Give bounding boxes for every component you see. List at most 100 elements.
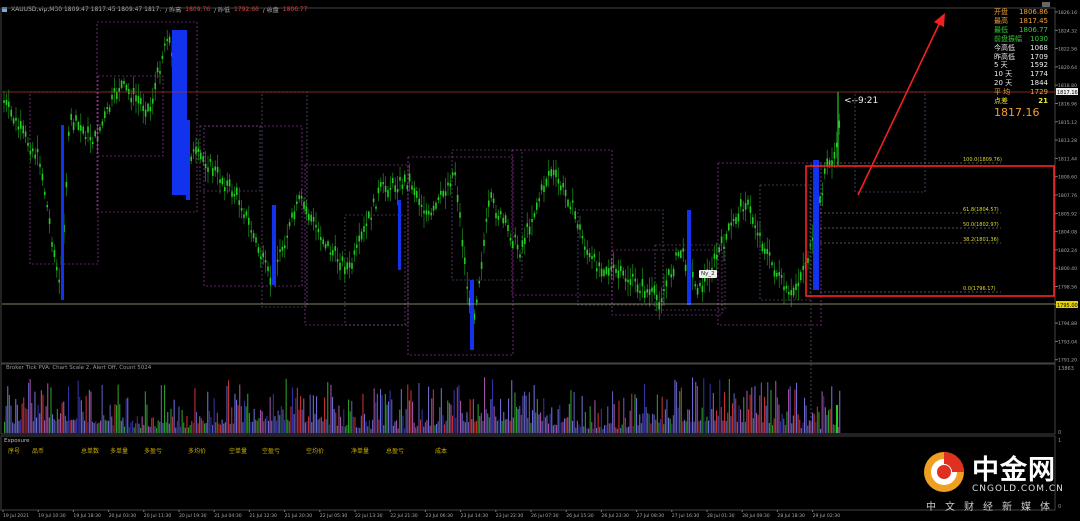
histogram-bar [615, 427, 617, 433]
info-row-spread: 点差 21 [994, 97, 1048, 106]
histogram-bar [658, 422, 660, 433]
candle-body [358, 235, 360, 242]
candle-body [478, 280, 480, 284]
candle-body [552, 169, 555, 176]
candle-body [77, 121, 80, 130]
histogram-bar [508, 398, 510, 433]
candle-body [195, 146, 197, 154]
time-axis[interactable]: 19 Jul 2021 19 Jul 10:30 19 Jul 18:30 20 Ju… [2, 510, 840, 519]
histogram-bar [20, 419, 22, 433]
histogram-bar [514, 392, 516, 433]
candle-body [372, 198, 375, 203]
histogram-bar [292, 387, 294, 433]
candle-body [29, 150, 32, 155]
histogram-bar [133, 427, 135, 433]
candle-body [641, 279, 644, 287]
histogram-bar [154, 426, 156, 433]
histogram-bar [37, 404, 39, 433]
histogram-bar [445, 420, 447, 433]
histogram-bar [268, 420, 270, 433]
histogram-bar [597, 412, 599, 433]
candle-body [485, 218, 488, 222]
histogram-bar [815, 422, 817, 433]
candle-body [120, 80, 123, 89]
candle-body [312, 216, 315, 222]
chart-shift-button[interactable] [1042, 2, 1050, 7]
histogram-bar [188, 427, 190, 433]
histogram-bar [394, 421, 396, 433]
histogram-bar [216, 412, 218, 433]
price-axis[interactable]: 1826.161824.321822.561820.641818.801816.… [1055, 10, 1077, 364]
candle-body [209, 158, 212, 162]
histogram-bar [72, 419, 74, 433]
candle-body [384, 185, 387, 193]
candle-body [531, 218, 533, 223]
histogram-bar [84, 420, 86, 433]
histogram-bar [76, 418, 78, 433]
price-tick-label: 1816.96 [1058, 102, 1077, 108]
histogram-bar [120, 420, 122, 433]
fibonacci-retracement[interactable]: 100.0(1809.76) 61.8(1804.57) 50.0(1802.9… [820, 157, 1002, 293]
candle-body [75, 115, 77, 121]
price-tick-label: 1794.88 [1058, 321, 1077, 327]
histogram-bar [716, 410, 718, 433]
histogram-bar [248, 412, 250, 433]
histogram-bar [781, 413, 783, 433]
histogram-bar [132, 420, 134, 433]
histogram-bar [136, 416, 138, 433]
volume-block [186, 120, 190, 200]
candle-body [440, 190, 442, 195]
histogram-bar [410, 390, 412, 433]
candle-body [135, 95, 137, 102]
histogram-bar [826, 414, 828, 433]
histogram-bar [80, 400, 82, 433]
exposure-col: 空盈亏 [262, 448, 281, 455]
histogram-bar [279, 415, 281, 433]
chart-note-label[interactable]: Ny_2 [699, 270, 717, 278]
histogram-bar [303, 398, 305, 433]
histogram-bar [568, 403, 570, 433]
time-tick-label: 23 Jul 14:30 [461, 513, 489, 519]
candle-body [514, 234, 516, 238]
histogram-bar [772, 425, 774, 433]
histogram-bar [79, 396, 81, 433]
histogram-bar [661, 396, 663, 433]
candle-body [833, 151, 836, 159]
histogram-bar [376, 393, 378, 433]
histogram-bar [535, 412, 537, 433]
histogram-bar [688, 409, 690, 433]
candle-body [675, 252, 677, 256]
session-box [203, 125, 303, 287]
candle-body [27, 142, 29, 146]
candle-body [221, 177, 224, 185]
candle-body [408, 173, 411, 182]
candle-body [344, 266, 346, 275]
histogram-bar [26, 408, 28, 433]
histogram-bar [466, 412, 468, 433]
candle-body [819, 196, 821, 204]
histogram-bar [69, 420, 71, 433]
histogram-bar [282, 409, 284, 433]
candle-body [632, 273, 634, 277]
time-tick-label: 26 Jul 15:30 [566, 513, 594, 519]
candle-body [644, 291, 646, 298]
histogram-bar [205, 422, 207, 433]
histogram-bar [412, 401, 414, 433]
main-panel-border [0, 7, 1056, 364]
price-chart[interactable]: 100.0(1809.76) 61.8(1804.57) 50.0(1802.9… [0, 0, 1080, 521]
info-row-yesterday: 昨高低 1709 [994, 52, 1048, 61]
candle-body [39, 163, 41, 168]
histogram-bar [599, 426, 601, 433]
candle-body [116, 91, 118, 100]
histogram-bar [212, 424, 214, 433]
price-tick-label: 1802.24 [1058, 248, 1077, 254]
candle-body [600, 268, 603, 277]
candle-body [394, 185, 396, 192]
candle-body [718, 247, 720, 252]
histogram-bar [223, 423, 225, 433]
histogram-bar [620, 427, 622, 433]
histogram-bar [234, 393, 236, 433]
histogram-bar [349, 411, 351, 433]
price-tick-label: 1791.20 [1058, 358, 1077, 364]
histogram-bar [786, 411, 788, 433]
